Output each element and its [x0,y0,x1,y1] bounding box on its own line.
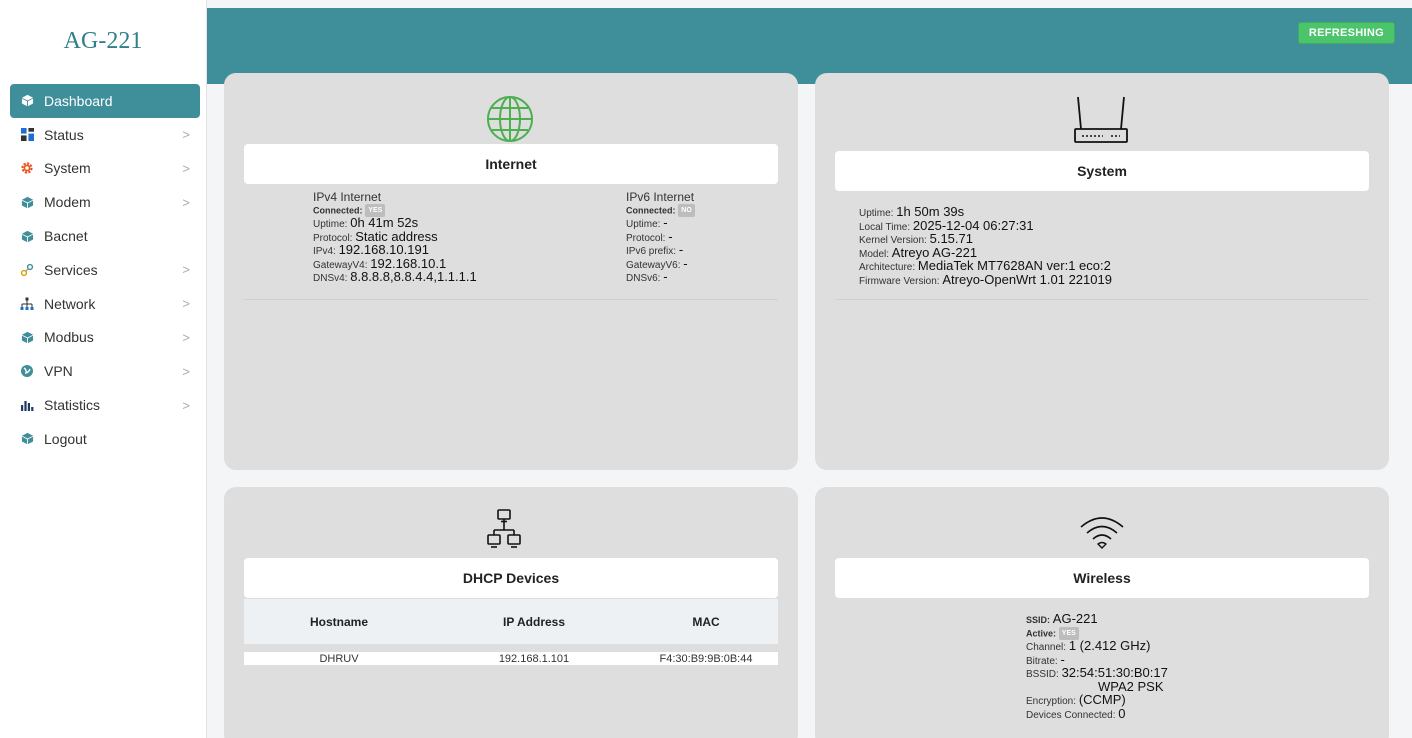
gear-icon [20,161,34,175]
dhcp-card: DHCP Devices Hostname IP Address MAC DHR… [224,487,798,738]
cube-icon [20,330,34,344]
sidebar-item-modbus[interactable]: Modbus > [10,321,200,355]
table-row: DHRUV 192.168.1.101 F4:30:B9:9B:0B:44 [244,652,778,665]
wireless-card-title: Wireless [835,558,1369,598]
ipv6-protocol: Protocol: - [626,228,673,244]
sidebar: AG-221 Dashboard Status > System > Modem… [0,0,207,738]
sidebar-item-label: Network [44,295,96,312]
chevron-right-icon: > [182,262,190,278]
bar-chart-icon [20,398,34,412]
cube-icon [20,195,34,209]
dhcp-table-header: Hostname IP Address MAC [244,599,778,644]
col-mac: MAC [692,614,720,629]
sidebar-item-bacnet[interactable]: Bacnet [10,219,200,253]
cube-icon [20,229,34,243]
cell-ip: 192.168.1.101 [498,652,570,665]
wireless-info: SSID: AG-221 Active: YES Channel: 1 (2.4… [1026,611,1326,721]
chevron-right-icon: > [182,160,190,176]
ipv6-heading: IPv6 Internet [626,190,695,204]
wireless-ssid: SSID: AG-221 [1026,611,1098,626]
chevron-right-icon: > [182,194,190,210]
ipv4-dns: DNSv4: 8.8.8.8,8.8.4.4,1.1.1.1 [313,269,477,284]
ipv4-address: IPv4: 192.168.10.191 [313,242,429,257]
sidebar-item-services[interactable]: Services > [10,253,200,287]
wireless-channel: Channel: 1 (2.412 GHz) [1026,638,1151,653]
sidebar-item-network[interactable]: Network > [10,287,200,321]
system-card-title: System [835,151,1369,191]
services-icon [20,263,34,277]
sidebar-item-statistics[interactable]: Statistics > [10,388,200,422]
network-icon [20,297,34,311]
cell-mac: F4:30:B9:9B:0B:44 [659,652,753,665]
sidebar-item-system[interactable]: System > [10,152,200,186]
sidebar-item-status[interactable]: Status > [10,118,200,152]
sidebar-item-label: Dashboard [44,92,113,109]
sidebar-item-label: Statistics [44,397,101,414]
chevron-right-icon: > [182,329,190,345]
sidebar-item-label: System [44,160,91,177]
wireless-auth: WPA2 PSK [1098,678,1164,694]
ipv6-section: IPv6 Internet Connected: NO Uptime: - Pr… [626,190,776,285]
ipv6-uptime: Uptime: - [626,215,668,230]
sidebar-item-label: Status [44,126,84,143]
sidebar-item-label: Services [44,261,98,278]
system-card: System Uptime: 1h 50m 39s Local Time: 20… [815,73,1389,470]
sidebar-item-label: Logout [44,430,87,447]
internet-card: Internet IPv4 Internet Connected: YES Up… [224,73,798,470]
ipv6-connected: Connected: NO [626,203,776,217]
refreshing-button[interactable]: REFRESHING [1297,22,1395,44]
ipv6-dns: DNSv6: - [626,269,668,284]
cell-hostname: DHRUV [319,652,359,665]
status-badge: NO [678,203,695,217]
network-devices-icon [487,509,521,556]
wireless-encryption: Encryption: (CCMP) [1026,692,1126,707]
dhcp-card-title: DHCP Devices [244,558,778,598]
sidebar-item-label: VPN [44,363,73,380]
router-icon [1073,95,1129,150]
wireless-card: Wireless SSID: AG-221 Active: YES Channe… [815,487,1389,738]
globe-icon [20,364,34,378]
wireless-bssid: BSSID: 32:54:51:30:B0:17 [1026,665,1168,680]
sidebar-item-modem[interactable]: Modem > [10,185,200,219]
ipv6-prefix: IPv6 prefix: - [626,242,684,257]
ipv4-section: IPv4 Internet Connected: YES Uptime: 0h … [313,190,613,285]
sidebar-item-vpn[interactable]: VPN > [10,354,200,388]
sidebar-item-dashboard[interactable]: Dashboard [10,84,200,118]
sidebar-item-label: Modbus [44,329,94,346]
divider [244,299,778,300]
ipv4-heading: IPv4 Internet [313,190,382,204]
col-ip-address: IP Address [502,614,566,629]
sidebar-item-label: Bacnet [44,228,88,245]
globe-icon [486,95,534,148]
sidebar-item-label: Modem [44,194,91,211]
system-firmware: Firmware Version: Atreyo-OpenWrt 1.01 22… [859,271,1112,287]
chevron-right-icon: > [182,296,190,312]
divider [835,299,1369,300]
wifi-icon [1079,515,1125,554]
system-info: Uptime: 1h 50m 39s Local Time: 2025-12-0… [859,205,1359,287]
sidebar-item-logout[interactable]: Logout [10,422,200,456]
brand-title: AG-221 [63,28,143,54]
wireless-devices: Devices Connected: 0 [1026,705,1126,721]
cube-icon [20,94,34,108]
chevron-right-icon: > [182,397,190,413]
cube-icon [20,432,34,446]
internet-card-title: Internet [244,144,778,184]
ipv6-gateway: GatewayV6: - [626,255,688,271]
chevron-right-icon: > [182,363,190,379]
grid-icon [20,128,34,142]
col-hostname: Hostname [309,614,368,629]
chevron-right-icon: > [182,127,190,143]
sidebar-nav: Dashboard Status > System > Modem > Bacn… [0,84,206,456]
